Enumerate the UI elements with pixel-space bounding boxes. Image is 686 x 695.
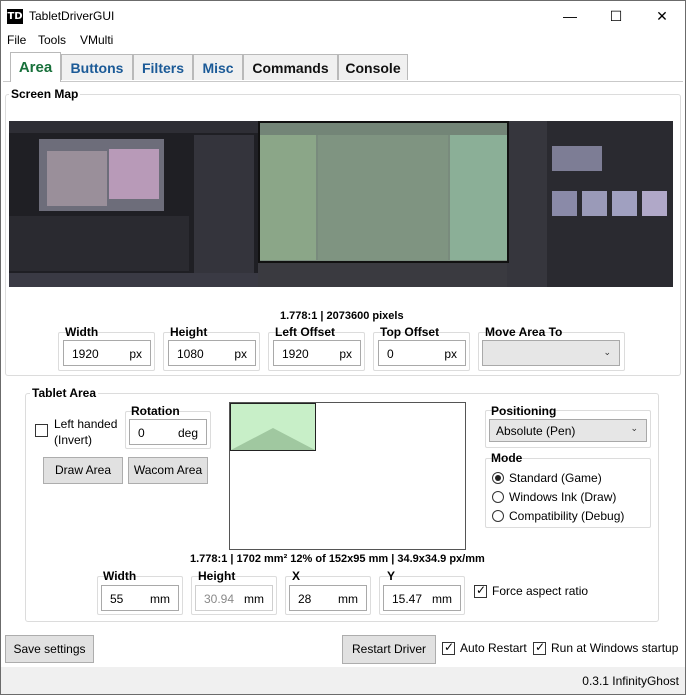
tab-misc[interactable]: Misc xyxy=(193,54,243,80)
positioning-label: Positioning xyxy=(491,404,557,418)
mode-compatibility-radio[interactable] xyxy=(492,510,504,522)
screen-map-info: 1.778:1 | 2073600 pixels xyxy=(280,310,404,322)
tablet-height-label: Height xyxy=(198,569,236,583)
screen-map-area-overlay[interactable] xyxy=(258,121,509,263)
app-icon: TD xyxy=(7,9,23,24)
mode-windows-ink-label: Windows Ink (Draw) xyxy=(509,490,617,504)
chevron-down-icon: ⌄ xyxy=(603,347,611,357)
screen-width-label: Width xyxy=(65,325,99,339)
force-aspect-checkbox[interactable]: ✓ xyxy=(474,583,487,598)
tab-area[interactable]: Area xyxy=(10,52,61,82)
tablet-active-area[interactable] xyxy=(230,403,316,451)
check-icon: ✓ xyxy=(476,583,487,597)
left-handed-checkbox[interactable] xyxy=(35,424,48,437)
tablet-x-label: X xyxy=(292,569,301,583)
mode-label: Mode xyxy=(491,451,523,465)
wacom-area-button[interactable]: Wacom Area xyxy=(128,457,208,484)
mode-compatibility-label: Compatibility (Debug) xyxy=(509,509,625,523)
auto-restart-label: Auto Restart xyxy=(460,641,527,655)
top-offset-label: Top Offset xyxy=(380,325,440,339)
positioning-select[interactable]: Absolute (Pen) ⌄ xyxy=(489,419,647,442)
close-icon: ✕ xyxy=(656,8,668,24)
screen-map-canvas[interactable] xyxy=(9,121,673,287)
minimize-icon: — xyxy=(563,8,577,24)
maximize-icon: ☐ xyxy=(609,8,623,24)
tablet-area-canvas[interactable] xyxy=(229,402,466,550)
tablet-area-info: 1.778:1 | 1702 mm² 12% of 152x95 mm | 34… xyxy=(190,553,485,565)
check-icon: ✓ xyxy=(444,640,455,654)
save-settings-button[interactable]: Save settings xyxy=(5,635,94,663)
screen-height-input[interactable]: 1080 px xyxy=(168,340,256,366)
move-area-label: Move Area To xyxy=(485,325,563,339)
close-button[interactable]: ✕ xyxy=(639,1,685,31)
monitor-right xyxy=(507,121,673,287)
window-title: TabletDriverGUI xyxy=(29,9,115,23)
tab-commands[interactable]: Commands xyxy=(243,54,338,80)
top-offset-input[interactable]: 0 px xyxy=(378,340,466,366)
menu-vmulti[interactable]: VMulti xyxy=(80,33,113,47)
mode-standard-label: Standard (Game) xyxy=(509,471,602,485)
app-window: TD TabletDriverGUI — ☐ ✕ File Tools VMul… xyxy=(0,0,686,695)
tablet-y-label: Y xyxy=(387,569,396,583)
screen-height-label: Height xyxy=(170,325,208,339)
left-handed-label: Left handed (Invert) xyxy=(54,417,118,447)
auto-restart-checkbox[interactable]: ✓ xyxy=(442,640,455,655)
run-at-startup-label: Run at Windows startup xyxy=(551,641,679,655)
version-label: 0.3.1 InfinityGhost xyxy=(582,674,679,688)
tablet-width-label: Width xyxy=(103,569,137,583)
menu-file[interactable]: File xyxy=(7,33,26,47)
maximize-button[interactable]: ☐ xyxy=(593,1,639,31)
tablet-width-input[interactable]: 55 mm xyxy=(101,585,179,611)
area-direction-triangle xyxy=(231,428,315,450)
rotation-label: Rotation xyxy=(131,404,180,418)
mode-standard-radio[interactable] xyxy=(492,472,504,484)
tablet-height-input: 30.94 mm xyxy=(195,585,273,611)
mode-windows-ink-radio[interactable] xyxy=(492,491,504,503)
move-area-select[interactable]: ⌄ xyxy=(482,340,620,366)
title-bar[interactable]: TD TabletDriverGUI — ☐ ✕ xyxy=(1,1,685,31)
run-at-startup-checkbox[interactable]: ✓ xyxy=(533,640,546,655)
tab-console[interactable]: Console xyxy=(338,54,408,80)
tablet-y-input[interactable]: 15.47 mm xyxy=(383,585,461,611)
force-aspect-label: Force aspect ratio xyxy=(492,584,589,598)
minimize-button[interactable]: — xyxy=(547,1,593,31)
menu-tools[interactable]: Tools xyxy=(38,33,66,47)
tab-buttons[interactable]: Buttons xyxy=(61,54,133,80)
rotation-input[interactable]: 0 deg xyxy=(129,419,207,445)
screen-width-input[interactable]: 1920 px xyxy=(63,340,151,366)
tablet-x-input[interactable]: 28 mm xyxy=(289,585,367,611)
left-offset-input[interactable]: 1920 px xyxy=(273,340,361,366)
monitor-left xyxy=(9,121,258,287)
chevron-down-icon: ⌄ xyxy=(630,423,638,433)
tab-filters[interactable]: Filters xyxy=(133,54,193,80)
left-offset-label: Left Offset xyxy=(275,325,335,339)
draw-area-button[interactable]: Draw Area xyxy=(43,457,123,484)
tablet-area-title: Tablet Area xyxy=(30,386,99,400)
restart-driver-button[interactable]: Restart Driver xyxy=(342,635,436,664)
check-icon: ✓ xyxy=(535,640,546,654)
status-bar: 0.3.1 InfinityGhost xyxy=(1,667,685,694)
screen-map-title: Screen Map xyxy=(9,87,81,101)
